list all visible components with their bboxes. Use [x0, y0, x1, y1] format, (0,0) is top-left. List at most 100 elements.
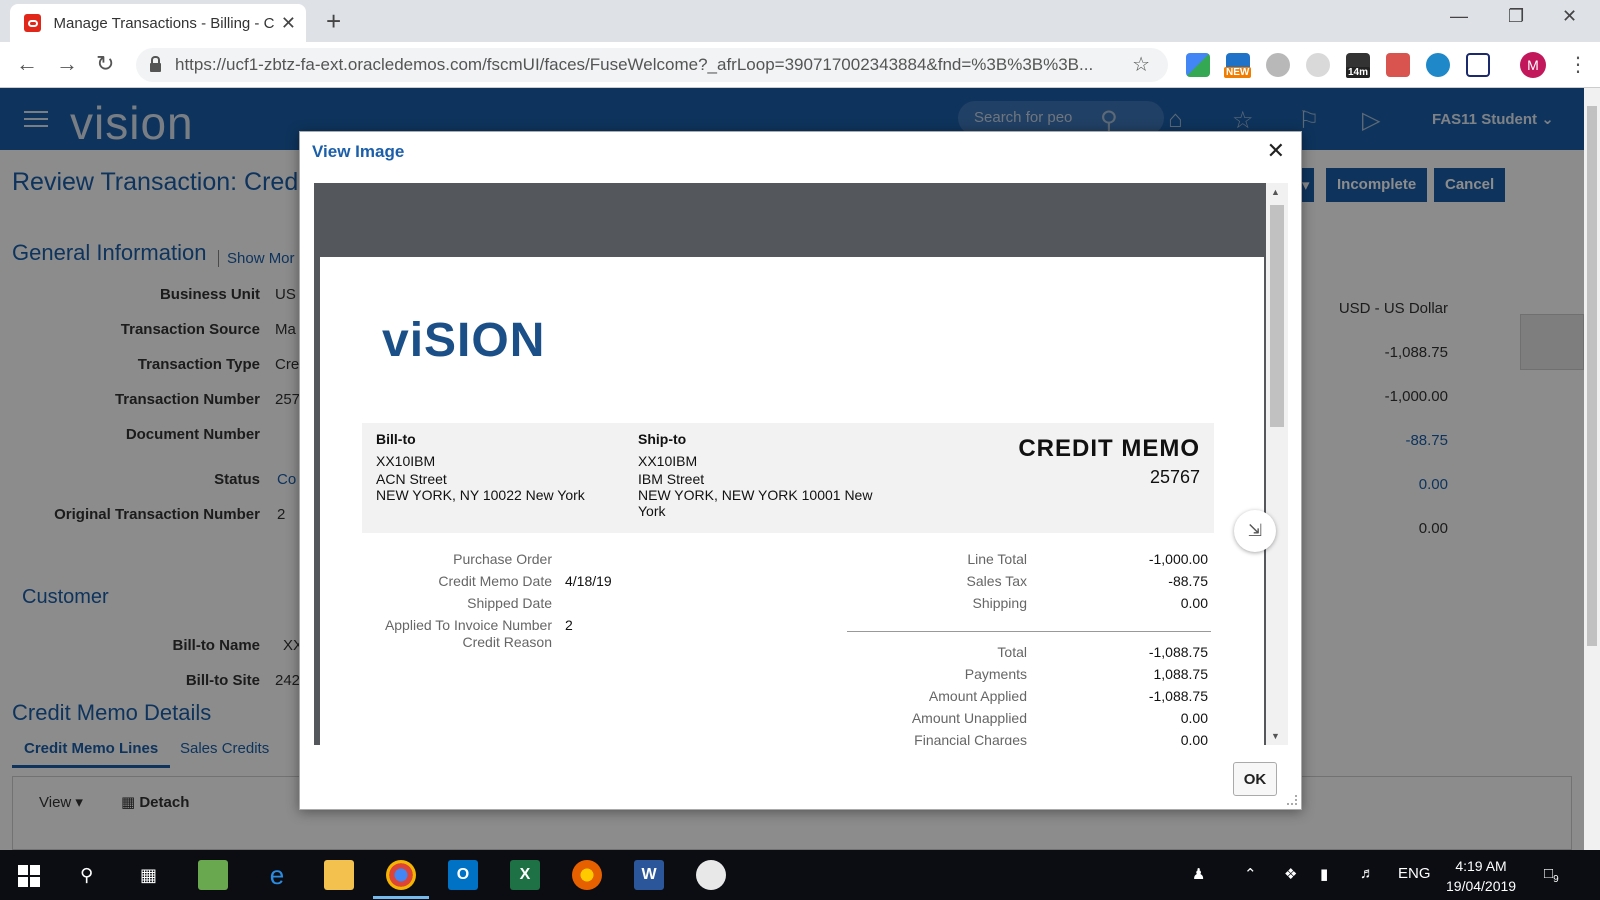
lock-icon — [150, 55, 161, 72]
task-view-icon[interactable]: ▦ — [140, 865, 157, 886]
scroll-down-arrow-icon[interactable]: ▼ — [1271, 731, 1280, 741]
total-value: 0.00 — [1180, 710, 1208, 726]
credit-memo-document: viSION Bill-to XX10IBM ACN Street NEW YO… — [320, 257, 1264, 745]
document-logo: viSION — [382, 314, 546, 367]
edge-browser-icon[interactable]: e — [262, 860, 292, 890]
dialog-close-icon[interactable]: ✕ — [1267, 138, 1285, 164]
detail-label: Shipped Date — [467, 595, 552, 611]
new-tab-button[interactable]: + — [326, 6, 341, 37]
firefox-browser-icon[interactable] — [572, 860, 602, 890]
clock-date: 19/04/2019 — [1446, 878, 1517, 894]
dialog-title: View Image — [312, 142, 405, 161]
ship-to-line: XX10IBM — [638, 453, 698, 469]
detail-label: Purchase Order — [453, 551, 552, 567]
ship-to-line: York — [638, 503, 666, 519]
bill-to-line: XX10IBM — [376, 453, 436, 469]
scroll-up-arrow-icon[interactable]: ▲ — [1271, 187, 1280, 197]
back-arrow-icon[interactable]: ← — [16, 51, 38, 77]
browser-tab[interactable]: Manage Transactions - Billing - C ✕ — [10, 4, 306, 42]
notification-count: 9 — [1553, 874, 1559, 885]
total-label: Shipping — [972, 595, 1028, 611]
address-band: Bill-to XX10IBM ACN Street NEW YORK, NY … — [362, 423, 1214, 533]
forward-arrow-icon[interactable]: → — [56, 51, 78, 77]
extension-timer-badge: 14m — [1346, 67, 1371, 78]
ship-to-heading: Ship-to — [638, 431, 687, 447]
paint-app-icon[interactable] — [696, 860, 726, 890]
detail-label: Applied To Invoice Number — [384, 617, 552, 633]
viewer-scrollbar[interactable]: ▲ ▼ — [1266, 183, 1288, 745]
detail-value: 2 — [565, 617, 573, 633]
total-value: -1,000.00 — [1148, 551, 1208, 567]
extension-gray-circle-icon[interactable] — [1266, 53, 1290, 77]
extension-n-icon[interactable] — [1466, 53, 1490, 77]
search-icon[interactable]: ⚲ — [80, 865, 93, 886]
total-value: -88.75 — [1168, 573, 1208, 589]
people-icon[interactable]: ♟ — [1192, 865, 1205, 883]
minimize-window-icon[interactable]: — — [1450, 6, 1468, 27]
windows-start-icon[interactable] — [18, 865, 40, 887]
detail-label: Credit Reason — [462, 634, 553, 650]
word-app-icon[interactable]: W — [634, 860, 664, 890]
total-label: Financial Charges — [914, 732, 1027, 745]
show-hidden-icons-icon[interactable]: ⌃ — [1244, 865, 1257, 883]
image-viewer: viSION Bill-to XX10IBM ACN Street NEW YO… — [314, 183, 1288, 745]
view-image-dialog: View Image ✕ viSION Bill-to XX10IBM ACN … — [299, 131, 1302, 810]
notepad-app-icon[interactable] — [198, 860, 228, 890]
active-app-indicator — [373, 896, 429, 899]
file-explorer-icon[interactable] — [324, 860, 354, 890]
bill-to-line: NEW YORK, NY 10022 New York — [376, 487, 585, 503]
ok-button[interactable]: OK — [1233, 762, 1277, 796]
excel-app-icon[interactable]: X — [510, 860, 540, 890]
page-scrollbar-thumb[interactable] — [1587, 106, 1597, 646]
extension-new-icon[interactable]: NEW — [1224, 53, 1252, 78]
total-label: Line Total — [967, 551, 1027, 567]
extension-light-circle-icon[interactable] — [1306, 53, 1330, 77]
ship-to-line: NEW YORK, NEW YORK 10001 New — [638, 487, 873, 503]
browser-menu-icon[interactable]: ⋮ — [1568, 52, 1588, 77]
extension-pdf-icon[interactable] — [1386, 53, 1410, 77]
ship-to-line: IBM Street — [638, 471, 705, 487]
windows-taskbar: ⚲ ▦ e O X W ♟ ⌃ ❖ ▮ ♬ ENG 4:19 AM 19/04/… — [0, 850, 1600, 900]
total-value: -1,088.75 — [1148, 644, 1208, 660]
document-number: 25767 — [1149, 467, 1200, 487]
browser-tabstrip: Manage Transactions - Billing - C ✕ + — … — [0, 0, 1600, 42]
tab-close-icon[interactable]: ✕ — [281, 13, 296, 34]
profile-avatar[interactable]: M — [1520, 52, 1546, 78]
address-bar[interactable]: https://ucf1-zbtz-fa-ext.oracledemos.com… — [136, 48, 1168, 82]
extension-eye-icon[interactable] — [1426, 53, 1450, 77]
extension-new-badge: NEW — [1224, 67, 1252, 78]
action-center-icon[interactable]: □9 — [1544, 865, 1559, 885]
extension-timer-icon[interactable]: 14m — [1346, 53, 1371, 78]
page-scrollbar[interactable] — [1584, 88, 1600, 850]
chrome-browser-icon[interactable] — [386, 860, 416, 890]
clock-time: 4:19 AM — [1455, 858, 1507, 874]
total-label: Amount Applied — [928, 688, 1027, 704]
restore-window-icon[interactable]: ❐ — [1508, 6, 1524, 27]
total-label: Total — [997, 644, 1027, 660]
detail-value: 4/18/19 — [565, 573, 612, 589]
total-value: 1,088.75 — [1153, 666, 1209, 682]
input-language[interactable]: ENG — [1398, 865, 1431, 882]
volume-icon[interactable]: ♬ — [1360, 865, 1375, 882]
bookmark-star-icon[interactable]: ☆ — [1132, 52, 1150, 77]
total-label: Amount Unapplied — [911, 710, 1027, 726]
extension-translate-icon[interactable] — [1186, 53, 1210, 77]
browser-toolbar: ← → ↻ https://ucf1-zbtz-fa-ext.oracledem… — [0, 42, 1600, 88]
viewer-scrollbar-thumb[interactable] — [1270, 205, 1284, 427]
detail-label: Credit Memo Date — [438, 573, 552, 589]
close-window-icon[interactable]: ✕ — [1562, 6, 1577, 27]
document-type-title: CREDIT MEMO — [1018, 435, 1200, 462]
collapse-view-icon[interactable]: ⇲ — [1234, 510, 1276, 552]
bill-to-line: ACN Street — [376, 471, 447, 487]
resize-grip-icon[interactable] — [1287, 795, 1297, 805]
total-value: -1,088.75 — [1148, 688, 1208, 704]
total-value: 0.00 — [1180, 732, 1208, 745]
totals-divider — [847, 631, 1211, 632]
dropbox-icon[interactable]: ❖ — [1284, 865, 1297, 883]
battery-icon[interactable]: ▮ — [1320, 865, 1328, 883]
reload-icon[interactable]: ↻ — [96, 51, 114, 77]
url-text: https://ucf1-zbtz-fa-ext.oracledemos.com… — [175, 55, 1094, 74]
total-value: 0.00 — [1180, 595, 1208, 611]
system-clock[interactable]: 4:19 AM 19/04/2019 — [1446, 856, 1516, 896]
outlook-app-icon[interactable]: O — [448, 860, 478, 890]
